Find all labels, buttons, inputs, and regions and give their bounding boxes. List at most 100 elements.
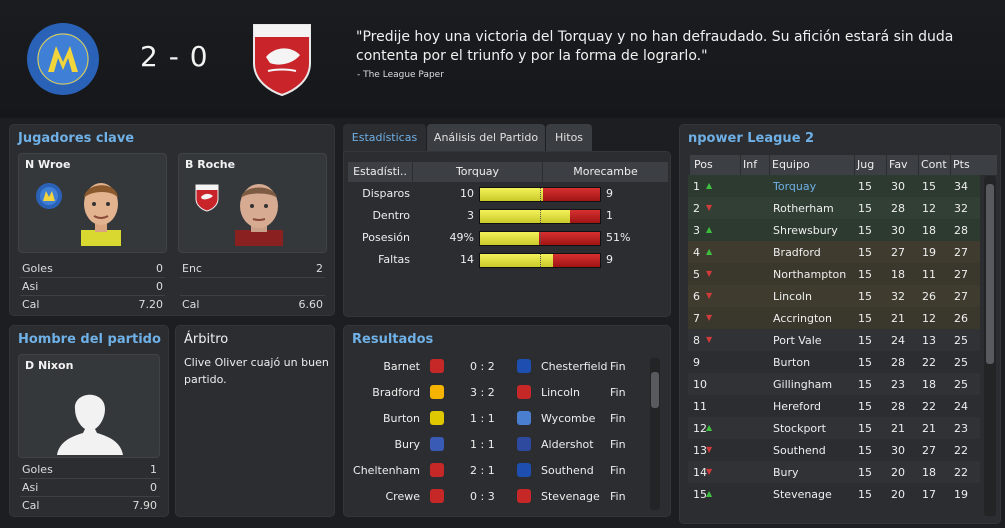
match-score[interactable]: 3 : 2 xyxy=(470,386,495,399)
stats-header-away[interactable]: Morecambe xyxy=(543,162,668,182)
away-team[interactable]: Stevenage xyxy=(541,490,600,503)
home-team-badge-icon xyxy=(430,359,444,373)
team-name[interactable]: Burton xyxy=(773,356,810,369)
league-header-pos[interactable]: Pos xyxy=(690,155,740,175)
away-team[interactable]: Wycombe xyxy=(541,412,595,425)
league-header-against[interactable]: Cont xyxy=(919,155,950,175)
result-row[interactable]: Burton 1 : 1 Wycombe Fin xyxy=(344,406,644,432)
league-row[interactable]: 2 ▼ Rotherham 15 28 12 32 xyxy=(688,197,980,219)
league-row[interactable]: 11 Hereford 15 28 22 24 xyxy=(688,395,980,417)
match-score[interactable]: 1 : 1 xyxy=(470,412,495,425)
torquay-badge-icon xyxy=(36,183,62,209)
away-team[interactable]: Aldershot xyxy=(541,438,594,451)
panel-title: Resultados xyxy=(352,332,434,347)
stat-rating: Cal 7.90 xyxy=(22,499,157,512)
tab-statistics[interactable]: Estadísticas xyxy=(343,124,426,152)
result-row[interactable]: Cheltenham 2 : 1 Southend Fin xyxy=(344,458,644,484)
scrollbar-thumb[interactable] xyxy=(986,184,994,364)
points: 27 xyxy=(954,246,968,259)
league-row[interactable]: 9 Burton 15 28 22 25 xyxy=(688,351,980,373)
morecambe-crest-icon[interactable] xyxy=(250,23,314,97)
results-scrollbar[interactable] xyxy=(650,358,660,510)
home-player-card[interactable]: N Wroe xyxy=(18,153,167,253)
stats-header-home[interactable]: Torquay xyxy=(413,162,542,182)
key-players-panel: Jugadores clave N Wroe B Roche Goles 0 A… xyxy=(9,124,335,316)
league-header-for[interactable]: Fav xyxy=(887,155,918,175)
team-name[interactable]: Hereford xyxy=(773,400,821,413)
league-header-played[interactable]: Jug xyxy=(855,155,886,175)
arrow-up-icon: ▲ xyxy=(706,489,713,498)
away-team[interactable]: Lincoln xyxy=(541,386,580,399)
torquay-crest-icon[interactable] xyxy=(26,22,100,96)
league-row[interactable]: 6 ▼ Lincoln 15 32 26 27 xyxy=(688,285,980,307)
league-row[interactable]: 5 ▼ Northampton 15 18 11 27 xyxy=(688,263,980,285)
team-name[interactable]: Bury xyxy=(773,466,799,479)
home-team[interactable]: Cheltenham xyxy=(353,464,420,477)
played: 15 xyxy=(858,466,872,479)
result-row[interactable]: Bury 1 : 1 Aldershot Fin xyxy=(344,432,644,458)
stat-comparison-bar xyxy=(479,253,601,268)
league-row[interactable]: 13 ▼ Southend 15 30 27 22 xyxy=(688,439,980,461)
goals-against: 22 xyxy=(922,400,936,413)
away-team[interactable]: Southend xyxy=(541,464,594,477)
away-player-card[interactable]: B Roche xyxy=(178,153,327,253)
team-name[interactable]: Southend xyxy=(773,444,826,457)
league-header-team[interactable]: Equipo xyxy=(770,155,854,175)
home-team[interactable]: Crewe xyxy=(386,490,421,503)
home-team[interactable]: Barnet xyxy=(383,360,420,373)
match-status: Fin xyxy=(610,360,626,373)
team-name[interactable]: Rotherham xyxy=(773,202,834,215)
team-name[interactable]: Northampton xyxy=(773,268,846,281)
league-row[interactable]: 10 Gillingham 15 23 18 25 xyxy=(688,373,980,395)
scrollbar-thumb[interactable] xyxy=(651,372,659,408)
motm-player-card[interactable]: D Nixon xyxy=(18,354,160,458)
goals-for: 20 xyxy=(891,488,905,501)
played: 15 xyxy=(858,180,872,193)
tab-milestones[interactable]: Hitos xyxy=(546,124,592,152)
league-row[interactable]: 12 ▲ Stockport 15 21 21 23 xyxy=(688,417,980,439)
match-score[interactable]: 0 : 3 xyxy=(470,490,495,503)
arrow-down-icon: ▼ xyxy=(706,467,713,476)
position: 13 xyxy=(693,444,707,457)
league-header-points[interactable]: Pts xyxy=(951,155,997,175)
league-row[interactable]: 8 ▼ Port Vale 15 24 13 25 xyxy=(688,329,980,351)
home-team[interactable]: Bradford xyxy=(372,386,420,399)
home-team[interactable]: Bury xyxy=(394,438,420,451)
result-row[interactable]: Bradford 3 : 2 Lincoln Fin xyxy=(344,380,644,406)
away-team[interactable]: Chesterfield xyxy=(541,360,608,373)
league-row[interactable]: 1 ▲ Torquay 15 30 15 34 xyxy=(688,175,980,197)
match-score[interactable]: 1 : 1 xyxy=(470,438,495,451)
team-name[interactable]: Port Vale xyxy=(773,334,822,347)
match-score[interactable]: 2 : 1 xyxy=(470,464,495,477)
league-header-form[interactable]: Inf xyxy=(741,155,769,175)
tab-match-analysis[interactable]: Análisis del Partido xyxy=(427,124,545,152)
goals-against: 11 xyxy=(922,268,936,281)
points: 25 xyxy=(954,334,968,347)
team-name[interactable]: Stevenage xyxy=(773,488,832,501)
league-row[interactable]: 15 ▲ Stevenage 15 20 17 19 xyxy=(688,483,980,505)
result-row[interactable]: Crewe 0 : 3 Stevenage Fin xyxy=(344,484,644,510)
arrow-down-icon: ▼ xyxy=(706,291,713,300)
team-name[interactable]: Bradford xyxy=(773,246,821,259)
league-row[interactable]: 14 ▼ Bury 15 20 18 22 xyxy=(688,461,980,483)
team-name[interactable]: Stockport xyxy=(773,422,826,435)
league-row[interactable]: 4 ▲ Bradford 15 27 19 27 xyxy=(688,241,980,263)
result-row[interactable]: Barnet 0 : 2 Chesterfield Fin xyxy=(344,354,644,380)
team-name[interactable]: Lincoln xyxy=(773,290,812,303)
league-scrollbar[interactable] xyxy=(984,176,996,516)
team-name[interactable]: Torquay xyxy=(773,180,816,193)
position: 6 xyxy=(693,290,700,303)
arrow-down-icon: ▼ xyxy=(706,335,713,344)
played: 15 xyxy=(858,268,872,281)
team-name[interactable]: Gillingham xyxy=(773,378,832,391)
points: 27 xyxy=(954,268,968,281)
team-name[interactable]: Accrington xyxy=(773,312,832,325)
league-row[interactable]: 7 ▼ Accrington 15 21 12 26 xyxy=(688,307,980,329)
match-score[interactable]: 0 : 2 xyxy=(470,360,495,373)
league-row[interactable]: 3 ▲ Shrewsbury 15 30 18 28 xyxy=(688,219,980,241)
team-name[interactable]: Shrewsbury xyxy=(773,224,838,237)
stats-header-label[interactable]: Estadísti.. xyxy=(348,162,412,182)
home-team[interactable]: Burton xyxy=(383,412,420,425)
goals-against: 12 xyxy=(922,312,936,325)
goals-against: 19 xyxy=(922,246,936,259)
